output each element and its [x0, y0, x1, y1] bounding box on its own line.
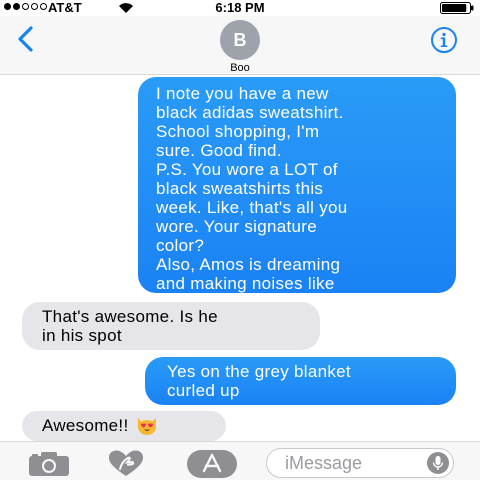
messages-screen: AT&T 6:18 PM B Boo I note you have a new…: [0, 0, 480, 480]
incoming-message-bubble[interactable]: That's awesome. Is he in his spot: [22, 302, 320, 350]
battery-icon: [440, 2, 474, 14]
message-input[interactable]: [285, 452, 405, 474]
chevron-left-icon: [18, 26, 33, 52]
message-field[interactable]: [266, 448, 454, 478]
heart-eyes-cat-icon: [138, 418, 157, 435]
camera-icon: [29, 452, 69, 476]
status-time: 6:18 PM: [215, 0, 265, 15]
info-icon: [431, 27, 457, 53]
back-button[interactable]: [14, 26, 38, 52]
dictation-button[interactable]: [427, 452, 449, 474]
digital-touch-button[interactable]: [106, 449, 146, 479]
contact-avatar[interactable]: B: [220, 20, 260, 60]
camera-button[interactable]: [26, 451, 72, 477]
conversation-header: B Boo: [0, 16, 480, 75]
microphone-icon: [427, 452, 449, 474]
digital-touch-heart-icon: [109, 450, 143, 476]
outgoing-message-bubble[interactable]: Yes on the grey blanket curled up: [145, 357, 456, 405]
message-input-bar: [0, 441, 480, 480]
incoming-message-bubble[interactable]: Awesome!!: [22, 411, 226, 441]
app-store-button[interactable]: [186, 449, 238, 479]
outgoing-message-bubble[interactable]: I note you have a new black adidas sweat…: [138, 77, 456, 312]
info-button[interactable]: [430, 26, 458, 54]
status-bar: AT&T 6:18 PM: [0, 0, 480, 16]
contact-name[interactable]: Boo: [0, 62, 480, 74]
message-text: Awesome!!: [42, 416, 129, 435]
app-store-icon: [187, 450, 237, 478]
